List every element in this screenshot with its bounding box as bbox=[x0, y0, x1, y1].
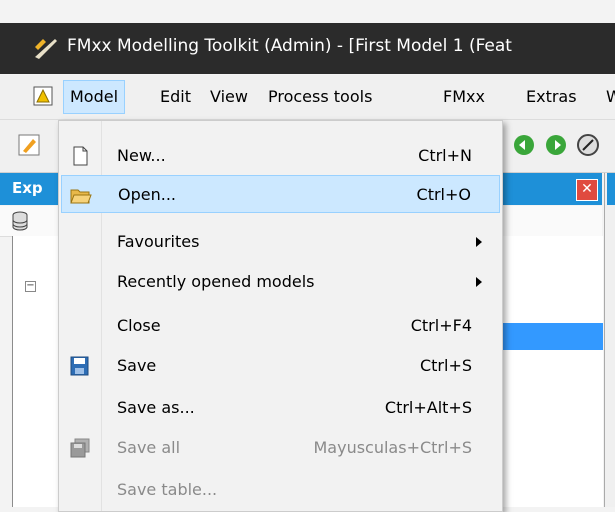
model-menu-dropdown: New... Ctrl+N Open... Ctrl+O Favourites … bbox=[58, 120, 503, 512]
menu-item-shortcut: Mayusculas+Ctrl+S bbox=[313, 438, 472, 457]
menu-item-shortcut: Ctrl+Alt+S bbox=[384, 398, 472, 417]
side-panel-strip bbox=[604, 173, 615, 507]
menu-item-save-table[interactable]: Save table... bbox=[61, 471, 500, 509]
window-title: FMxx Modelling Toolkit (Admin) - [First … bbox=[67, 36, 512, 56]
menu-fmxx[interactable]: FMxx bbox=[443, 87, 485, 106]
open-folder-icon bbox=[70, 189, 92, 204]
menu-item-open[interactable]: Open... Ctrl+O bbox=[61, 175, 500, 213]
menu-item-shortcut: Ctrl+S bbox=[419, 356, 472, 375]
menu-item-save-all[interactable]: Save all Mayusculas+Ctrl+S bbox=[61, 429, 500, 467]
menu-item-new[interactable]: New... Ctrl+N bbox=[61, 137, 500, 175]
menu-item-recently-opened[interactable]: Recently opened models bbox=[61, 263, 500, 301]
save-all-icon bbox=[70, 438, 90, 458]
submenu-arrow-icon bbox=[476, 237, 482, 247]
menu-item-save-as[interactable]: Save as... Ctrl+Alt+S bbox=[61, 389, 500, 427]
menu-process-tools[interactable]: Process tools bbox=[268, 87, 372, 106]
menu-item-label: New... bbox=[117, 146, 166, 165]
menu-edit[interactable]: Edit bbox=[160, 87, 191, 106]
compass-icon[interactable] bbox=[577, 134, 599, 156]
menu-item-favourites[interactable]: Favourites bbox=[61, 223, 500, 261]
app-logo-icon bbox=[35, 39, 57, 59]
database-icon[interactable] bbox=[12, 211, 28, 231]
menu-item-label: Save as... bbox=[117, 398, 195, 417]
menu-bar: Model Edit View Process tools FMxx Extra… bbox=[0, 75, 615, 120]
menu-item-label: Save table... bbox=[117, 480, 218, 499]
close-icon[interactable]: ✕ bbox=[576, 179, 598, 201]
new-document-icon bbox=[73, 146, 88, 166]
menu-item-label: Save bbox=[117, 356, 157, 375]
submenu-arrow-icon bbox=[476, 277, 482, 287]
menu-item-shortcut: Ctrl+O bbox=[416, 185, 471, 204]
tree-expander-icon[interactable]: − bbox=[25, 281, 36, 292]
back-arrow-icon[interactable] bbox=[513, 134, 535, 156]
title-bar: FMxx Modelling Toolkit (Admin) - [First … bbox=[0, 23, 615, 74]
menu-item-label: Favourites bbox=[117, 232, 200, 251]
menu-extras[interactable]: Extras bbox=[526, 87, 577, 106]
menu-item-label: Recently opened models bbox=[117, 272, 315, 291]
app-menu-icon[interactable] bbox=[33, 86, 53, 106]
menu-item-label: Save all bbox=[117, 438, 181, 457]
menu-item-label: Open... bbox=[118, 185, 176, 204]
menu-view[interactable]: View bbox=[210, 87, 248, 106]
tree-selected-row[interactable] bbox=[503, 323, 603, 350]
save-disk-icon bbox=[70, 356, 89, 376]
menu-model[interactable]: Model bbox=[63, 80, 126, 114]
menu-item-shortcut: Ctrl+F4 bbox=[410, 316, 472, 335]
side-panel-header bbox=[607, 173, 615, 205]
menu-item-save[interactable]: Save Ctrl+S bbox=[61, 347, 500, 385]
edit-pencil-icon[interactable] bbox=[18, 134, 40, 156]
explorer-title: Exp bbox=[12, 179, 43, 197]
menu-item-label: Close bbox=[117, 316, 161, 335]
forward-arrow-icon[interactable] bbox=[545, 134, 567, 156]
menu-item-close[interactable]: Close Ctrl+F4 bbox=[61, 307, 500, 345]
menu-item-shortcut: Ctrl+N bbox=[418, 146, 472, 165]
menu-window[interactable]: W bbox=[606, 87, 615, 106]
